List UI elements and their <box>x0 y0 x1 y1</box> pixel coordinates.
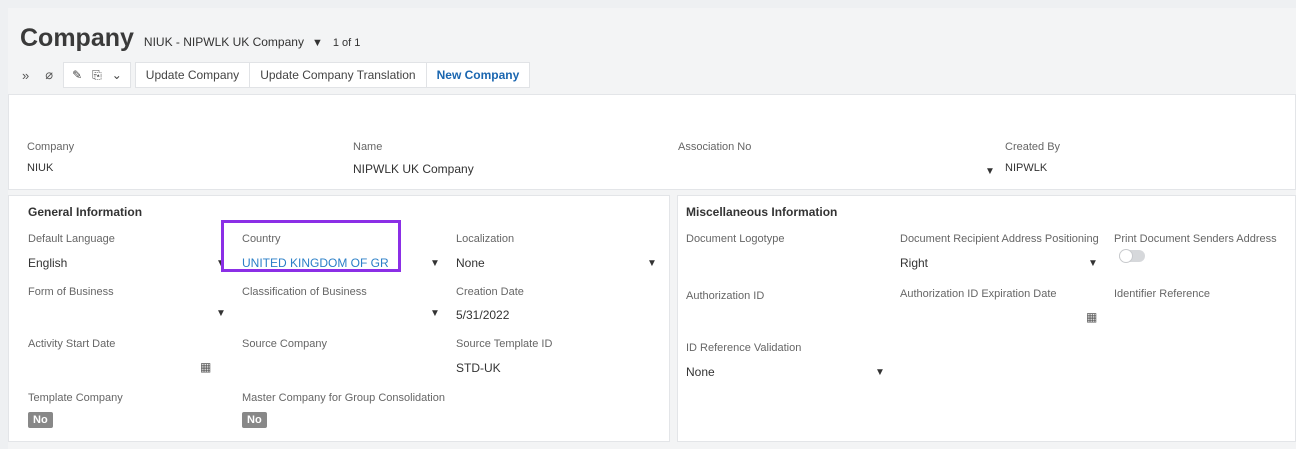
attachment-icon[interactable]: ⌀ <box>39 62 59 88</box>
localization-label: Localization <box>456 233 515 245</box>
toolbar: » ⌀ ✎ ⎘ ⌄ Update Company Update Company … <box>16 62 534 88</box>
country-dropdown-icon[interactable]: ▼ <box>430 258 440 269</box>
classification-of-business-label: Classification of Business <box>242 286 367 298</box>
chevron-down-icon[interactable]: ⌄ <box>112 68 122 82</box>
source-template-id-label: Source Template ID <box>456 338 553 350</box>
company-label: Company <box>27 141 75 153</box>
toggle-knob <box>1119 249 1133 263</box>
created-by-label: Created By <box>1005 141 1061 153</box>
record-selector[interactable]: NIUK - NIPWLK UK Company <box>144 35 304 49</box>
miscellaneous-information-title: Miscellaneous Information <box>686 205 838 219</box>
source-company-label: Source Company <box>242 338 327 350</box>
country-highlight-box <box>221 220 401 272</box>
expand-icon[interactable]: » <box>16 62 35 88</box>
master-company-badge[interactable]: No <box>242 412 267 428</box>
localization-field[interactable]: None <box>456 256 485 270</box>
miscellaneous-information-card: Miscellaneous Information Document Logot… <box>677 195 1296 442</box>
print-senders-address-label: Print Document Senders Address <box>1114 233 1277 245</box>
update-company-translation-button[interactable]: Update Company Translation <box>249 62 426 88</box>
record-count: 1 of 1 <box>332 37 361 49</box>
print-senders-address-toggle[interactable] <box>1119 249 1145 263</box>
edit-tools-group: ✎ ⎘ ⌄ <box>63 62 131 88</box>
calendar-icon[interactable]: ▦ <box>200 360 211 374</box>
authorization-expiration-label: Authorization ID Expiration Date <box>900 288 1057 300</box>
name-label: Name <box>353 141 383 153</box>
activity-start-date-label: Activity Start Date <box>28 338 116 350</box>
page-title: Company <box>20 24 134 52</box>
company-value: NIUK <box>27 162 54 174</box>
recipient-address-positioning-label: Document Recipient Address Positioning <box>900 233 1099 245</box>
document-logotype-label: Document Logotype <box>686 233 785 245</box>
localization-dropdown-icon[interactable]: ▼ <box>647 258 657 269</box>
classification-dropdown-icon[interactable]: ▼ <box>430 308 440 319</box>
creation-date-value: 5/31/2022 <box>456 308 510 322</box>
update-company-button[interactable]: Update Company <box>134 62 250 88</box>
record-caret-icon[interactable]: ▼ <box>312 37 323 49</box>
association-no-label: Association No <box>678 141 752 153</box>
recipient-address-dropdown-icon[interactable]: ▼ <box>1088 258 1098 269</box>
company-summary-card: Company NIUK Name NIPWLK UK Company Asso… <box>8 94 1296 190</box>
form-of-business-dropdown-icon[interactable]: ▼ <box>216 308 226 319</box>
general-information-title: General Information <box>28 205 143 219</box>
stamp-icon[interactable]: ⎘ <box>92 68 102 83</box>
identifier-reference-label: Identifier Reference <box>1114 288 1210 300</box>
new-company-button[interactable]: New Company <box>425 62 531 88</box>
id-reference-validation-label: ID Reference Validation <box>686 342 802 354</box>
page-header: Company NIUK - NIPWLK UK Company ▼ 1 of … <box>20 24 360 53</box>
id-reference-validation-dropdown-icon[interactable]: ▼ <box>875 367 885 378</box>
template-company-label: Template Company <box>28 392 123 404</box>
creation-date-label: Creation Date <box>456 286 524 298</box>
association-dropdown-icon[interactable]: ▼ <box>985 166 995 177</box>
id-reference-validation-field[interactable]: None <box>686 365 715 379</box>
created-by-value: NIPWLK <box>1005 162 1048 174</box>
name-value: NIPWLK UK Company <box>353 162 474 176</box>
calendar-icon[interactable]: ▦ <box>1086 310 1097 324</box>
edit-icon[interactable]: ✎ <box>72 68 82 82</box>
form-of-business-label: Form of Business <box>28 286 114 298</box>
source-template-id-value: STD-UK <box>456 361 501 375</box>
template-company-badge[interactable]: No <box>28 412 53 428</box>
authorization-id-label: Authorization ID <box>686 290 765 302</box>
recipient-address-positioning-field[interactable]: Right <box>900 256 928 270</box>
default-language-label: Default Language <box>28 233 115 245</box>
default-language-field[interactable]: English <box>28 256 67 270</box>
master-company-label: Master Company for Group Consolidation <box>242 392 445 404</box>
